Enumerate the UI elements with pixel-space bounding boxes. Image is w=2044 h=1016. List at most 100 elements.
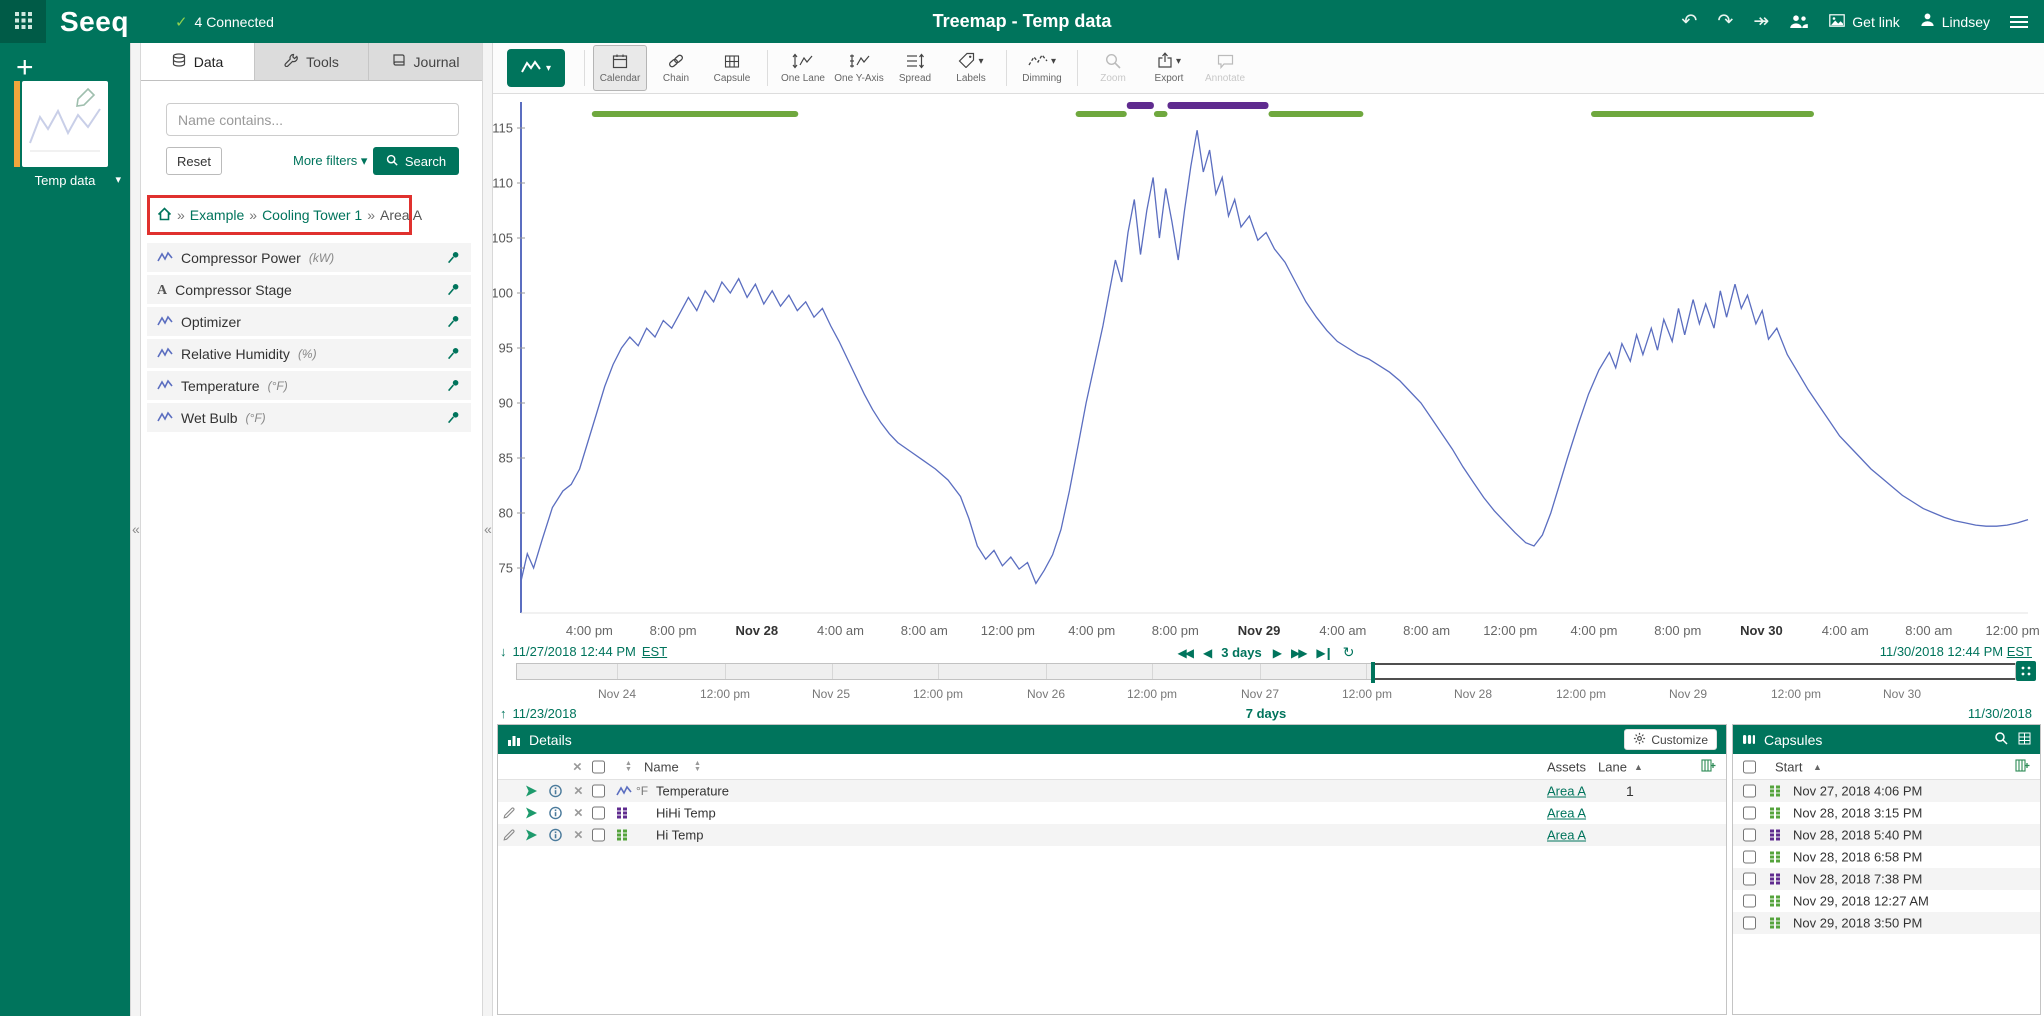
home-icon[interactable] [157,207,172,224]
capsule-checkbox[interactable] [1743,785,1756,798]
investigate-start[interactable]: ↑11/23/2018 [500,706,577,721]
pin-icon[interactable] [446,282,461,297]
remove-icon[interactable]: × [574,828,583,843]
tab-journal[interactable]: Journal [369,43,482,80]
select-all-checkbox[interactable] [592,760,605,773]
row-checkbox[interactable] [592,829,605,842]
info-icon[interactable] [549,829,562,842]
pin-icon[interactable] [446,410,461,425]
toolbar-button-export[interactable]: ▾ Export [1142,45,1196,91]
capsule-checkbox[interactable] [1743,851,1756,864]
step-forward-icon[interactable]: ▶ [1273,646,1280,660]
capsule-row[interactable]: Nov 29, 2018 3:50 PM [1733,912,2040,934]
redo-all-icon[interactable]: ↠ [1753,12,1769,31]
overview-selection[interactable] [1373,663,2015,680]
signal-item[interactable]: Compressor Power (kW) [147,243,471,272]
asset-link[interactable]: Area A [1547,784,1586,799]
pin-icon[interactable] [446,314,461,329]
capsule-row[interactable]: Nov 28, 2018 5:40 PM [1733,824,2040,846]
range-end[interactable]: 11/30/2018 12:44 PM EST [1880,644,2032,659]
timezone-link[interactable]: EST [2007,644,2032,659]
toolbar-button-labels[interactable]: ▾ Labels [944,45,998,91]
toolbar-button-chain[interactable]: Chain [649,45,703,91]
assets-column-header[interactable]: Assets [1547,759,1586,774]
trend-chart[interactable]: 75808590951001051101154:00 pm8:00 pmNov … [493,94,2044,646]
row-checkbox[interactable] [592,807,605,820]
grid-view-icon[interactable] [2018,732,2031,748]
breadcrumb-cooling-tower-1[interactable]: Cooling Tower 1 [262,207,362,223]
signal-item[interactable]: Wet Bulb (°F) [147,403,471,432]
overview-right-handle[interactable] [2016,661,2036,681]
asset-link[interactable]: Area A [1547,828,1586,843]
asset-link[interactable]: Area A [1547,806,1586,821]
get-link-button[interactable]: Get link [1829,12,1899,31]
step-back-icon[interactable]: ◀ [1203,646,1210,660]
name-column-header[interactable]: Name [644,759,679,774]
search-input[interactable] [166,103,459,136]
tab-tools[interactable]: Tools [255,43,369,80]
trend-view-button[interactable]: ▾ [507,49,565,87]
customize-button[interactable]: Customize [1624,729,1717,750]
user-menu[interactable]: Lindsey [1920,12,1990,31]
signal-item[interactable]: Optimizer [147,307,471,336]
step-to-end-icon[interactable]: ▶❙ [1316,646,1331,660]
pin-icon[interactable] [446,250,461,265]
capsule-row[interactable]: Nov 29, 2018 12:27 AM [1733,890,2040,912]
redo-icon[interactable]: ↷ [1717,12,1733,31]
pin-icon[interactable] [446,378,461,393]
details-row[interactable]: × HiHi Temp Area A [498,802,1726,824]
add-column-icon[interactable] [2015,758,2030,775]
users-icon[interactable] [1789,14,1809,29]
step-back-much-icon[interactable]: ◀◀ [1178,646,1192,660]
add-column-icon[interactable] [1701,758,1716,775]
edit-pencil-icon[interactable] [503,829,515,841]
more-filters-link[interactable]: More filters ▾ [293,153,367,169]
step-forward-much-icon[interactable]: ▶▶ [1291,646,1305,660]
row-checkbox[interactable] [592,785,605,798]
signal-item[interactable]: Relative Humidity (%) [147,339,471,368]
refresh-icon[interactable]: ↻ [1343,644,1355,661]
worksheet-thumbnail[interactable] [22,81,108,167]
range-start[interactable]: ↓ 11/27/2018 12:44 PM EST [500,644,667,659]
capsule-row[interactable]: Nov 28, 2018 3:15 PM [1733,802,2040,824]
worksheet-caret-icon[interactable]: ▾ [115,173,121,186]
select-all-capsules-checkbox[interactable] [1743,760,1756,773]
capsule-checkbox[interactable] [1743,829,1756,842]
breadcrumb-example[interactable]: Example [190,207,244,223]
navigate-arrow-icon[interactable] [525,829,538,842]
collapse-strip-icon[interactable]: « [132,521,140,537]
toolbar-button-calendar[interactable]: Calendar [593,45,647,91]
capsule-checkbox[interactable] [1743,873,1756,886]
timezone-link[interactable]: EST [642,644,667,659]
start-column-header[interactable]: Start [1775,759,1802,774]
info-icon[interactable] [549,785,562,798]
remove-all-icon[interactable]: × [573,759,582,774]
signal-item[interactable]: Temperature (°F) [147,371,471,400]
investigate-duration[interactable]: 7 days [1246,706,1286,721]
remove-icon[interactable]: × [574,806,583,821]
signal-item[interactable]: A Compressor Stage [147,275,471,304]
details-row[interactable]: × Hi Temp Area A [498,824,1726,846]
reset-button[interactable]: Reset [166,147,222,175]
sort-icon[interactable]: ▲▼ [625,761,632,773]
details-row[interactable]: × °F Temperature Area A 1 [498,780,1726,802]
toolbar-button-spread[interactable]: Spread [888,45,942,91]
sort-icon[interactable]: ▲▼ [694,761,701,773]
toolbar-button-dimming[interactable]: ▾ Dimming [1015,45,1069,91]
lane-column-header[interactable]: Lane [1598,759,1627,774]
navigate-arrow-icon[interactable] [525,785,538,798]
investigate-end[interactable]: 11/30/2018 [1968,706,2032,721]
menu-icon[interactable] [2010,16,2028,28]
toolbar-button-one-y-axis[interactable]: One Y-Axis [832,45,886,91]
toolbar-button-capsule[interactable]: Capsule [705,45,759,91]
overview-left-handle[interactable] [1371,662,1375,683]
capsule-checkbox[interactable] [1743,807,1756,820]
apps-grid-button[interactable] [0,0,46,43]
navigate-arrow-icon[interactable] [525,807,538,820]
edit-pencil-icon[interactable] [503,807,515,819]
range-duration[interactable]: 3 days [1221,645,1261,660]
search-button[interactable]: Search [373,147,459,175]
capsule-checkbox[interactable] [1743,917,1756,930]
capsule-row[interactable]: Nov 28, 2018 6:58 PM [1733,846,2040,868]
overview-track[interactable] [516,663,2016,680]
